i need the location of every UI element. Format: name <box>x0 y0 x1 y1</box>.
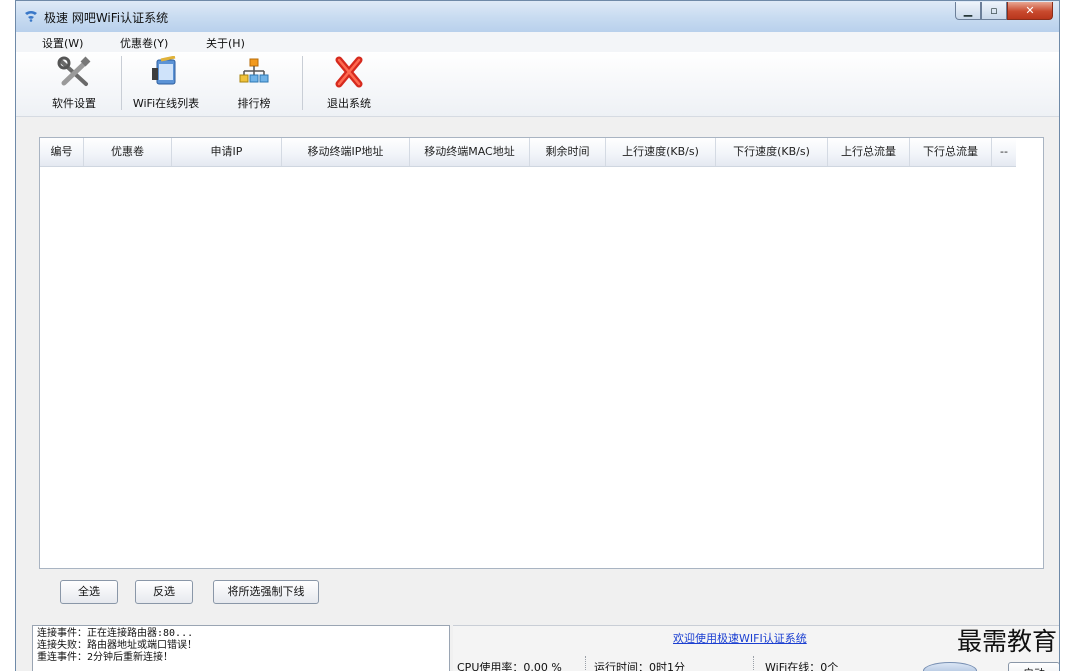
log-line: 连接事件：正在连接路由器:80... <box>37 628 194 639</box>
menu-bar: 设置(W) 优惠卷(Y) 关于(H) <box>16 32 1059 53</box>
select-all-button[interactable]: 全选 <box>60 580 118 604</box>
column-header[interactable]: 下行速度(KB/s) <box>716 138 828 166</box>
welcome-link[interactable]: 欢迎使用极速WIFI认证系统 <box>673 630 807 646</box>
column-header[interactable]: -- <box>992 138 1016 166</box>
column-header[interactable]: 下行总流量 <box>910 138 992 166</box>
column-header[interactable]: 申请IP <box>172 138 282 166</box>
software-settings-label: 软件设置 <box>52 97 96 110</box>
column-header[interactable]: 移动终端MAC地址 <box>410 138 530 166</box>
close-icon: ✕ <box>1025 4 1035 17</box>
force-offline-button[interactable]: 将所选强制下线 <box>213 580 319 604</box>
toolbar-separator <box>302 56 303 110</box>
main-window: 极速 网吧WiFi认证系统 ▁ ▫ ✕ 设置(W) 优惠卷(Y) 关于(H) 软… <box>15 0 1060 671</box>
database-icon <box>923 662 977 671</box>
minimize-button[interactable]: ▁ <box>955 2 981 20</box>
app-icon <box>25 11 37 22</box>
log-line: 重连事件：2分钟后重新连接！ <box>37 652 174 663</box>
column-header[interactable]: 剩余时间 <box>530 138 606 166</box>
menu-settings[interactable]: 设置(W) <box>42 35 83 51</box>
wifi-online-list-button[interactable]: WiFi在线列表 <box>126 55 206 111</box>
event-log[interactable]: 连接事件：正在连接路由器:80... 连接失败：路由器地址或端口错误！ 重连事件… <box>32 625 450 671</box>
menu-coupons[interactable]: 优惠卷(Y) <box>120 35 168 51</box>
ranking-label: 排行榜 <box>237 97 271 110</box>
exit-system-label: 退出系统 <box>327 97 371 110</box>
exit-system-button[interactable]: 退出系统 <box>316 56 382 111</box>
ranking-icon <box>239 58 269 83</box>
column-header[interactable]: 优惠卷 <box>84 138 172 166</box>
status-separator <box>585 656 587 671</box>
tools-icon <box>57 56 91 86</box>
column-header[interactable]: 移动终端IP地址 <box>282 138 410 166</box>
close-button[interactable]: ✕ <box>1007 2 1053 20</box>
online-users-table[interactable]: 编号 优惠卷 申请IP 移动终端IP地址 移动终端MAC地址 剩余时间 上行速度… <box>39 137 1044 569</box>
toolbar-separator <box>121 56 122 110</box>
menu-about[interactable]: 关于(H) <box>206 35 245 51</box>
maximize-icon: ▫ <box>990 4 998 17</box>
cpu-usage: CPU使用率：0.00 % <box>457 661 562 671</box>
table-header: 编号 优惠卷 申请IP 移动终端IP地址 移动终端MAC地址 剩余时间 上行速度… <box>40 138 1016 167</box>
column-header[interactable]: 上行总流量 <box>828 138 910 166</box>
log-line: 连接失败：路由器地址或端口错误！ <box>37 640 197 651</box>
wifi-online-count: WiFi在线：0个 <box>765 661 839 671</box>
wifi-list-icon <box>152 55 176 85</box>
maximize-button[interactable]: ▫ <box>981 2 1007 20</box>
window-controls: ▁ ▫ ✕ <box>955 2 1053 20</box>
start-button[interactable]: 启动 <box>1008 662 1059 671</box>
software-settings-button[interactable]: 软件设置 <box>44 56 104 111</box>
column-header[interactable]: 编号 <box>40 138 84 166</box>
wifi-online-list-label: WiFi在线列表 <box>132 97 200 110</box>
exit-icon <box>335 56 363 88</box>
run-time: 运行时间：0时1分 <box>594 661 685 671</box>
background-strip <box>1060 0 1078 671</box>
title-bar[interactable]: 极速 网吧WiFi认证系统 ▁ ▫ ✕ <box>16 1 1059 33</box>
minimize-icon: ▁ <box>963 4 973 17</box>
window-title: 极速 网吧WiFi认证系统 <box>44 11 169 25</box>
column-header[interactable]: 上行速度(KB/s) <box>606 138 716 166</box>
toolbar: 软件设置 WiFi在线列表 排行榜 退出系统 <box>16 52 1059 117</box>
invert-selection-button[interactable]: 反选 <box>135 580 193 604</box>
status-separator <box>753 656 755 671</box>
ranking-button[interactable]: 排行榜 <box>224 56 284 111</box>
watermark: 最需教育 <box>957 627 1058 656</box>
